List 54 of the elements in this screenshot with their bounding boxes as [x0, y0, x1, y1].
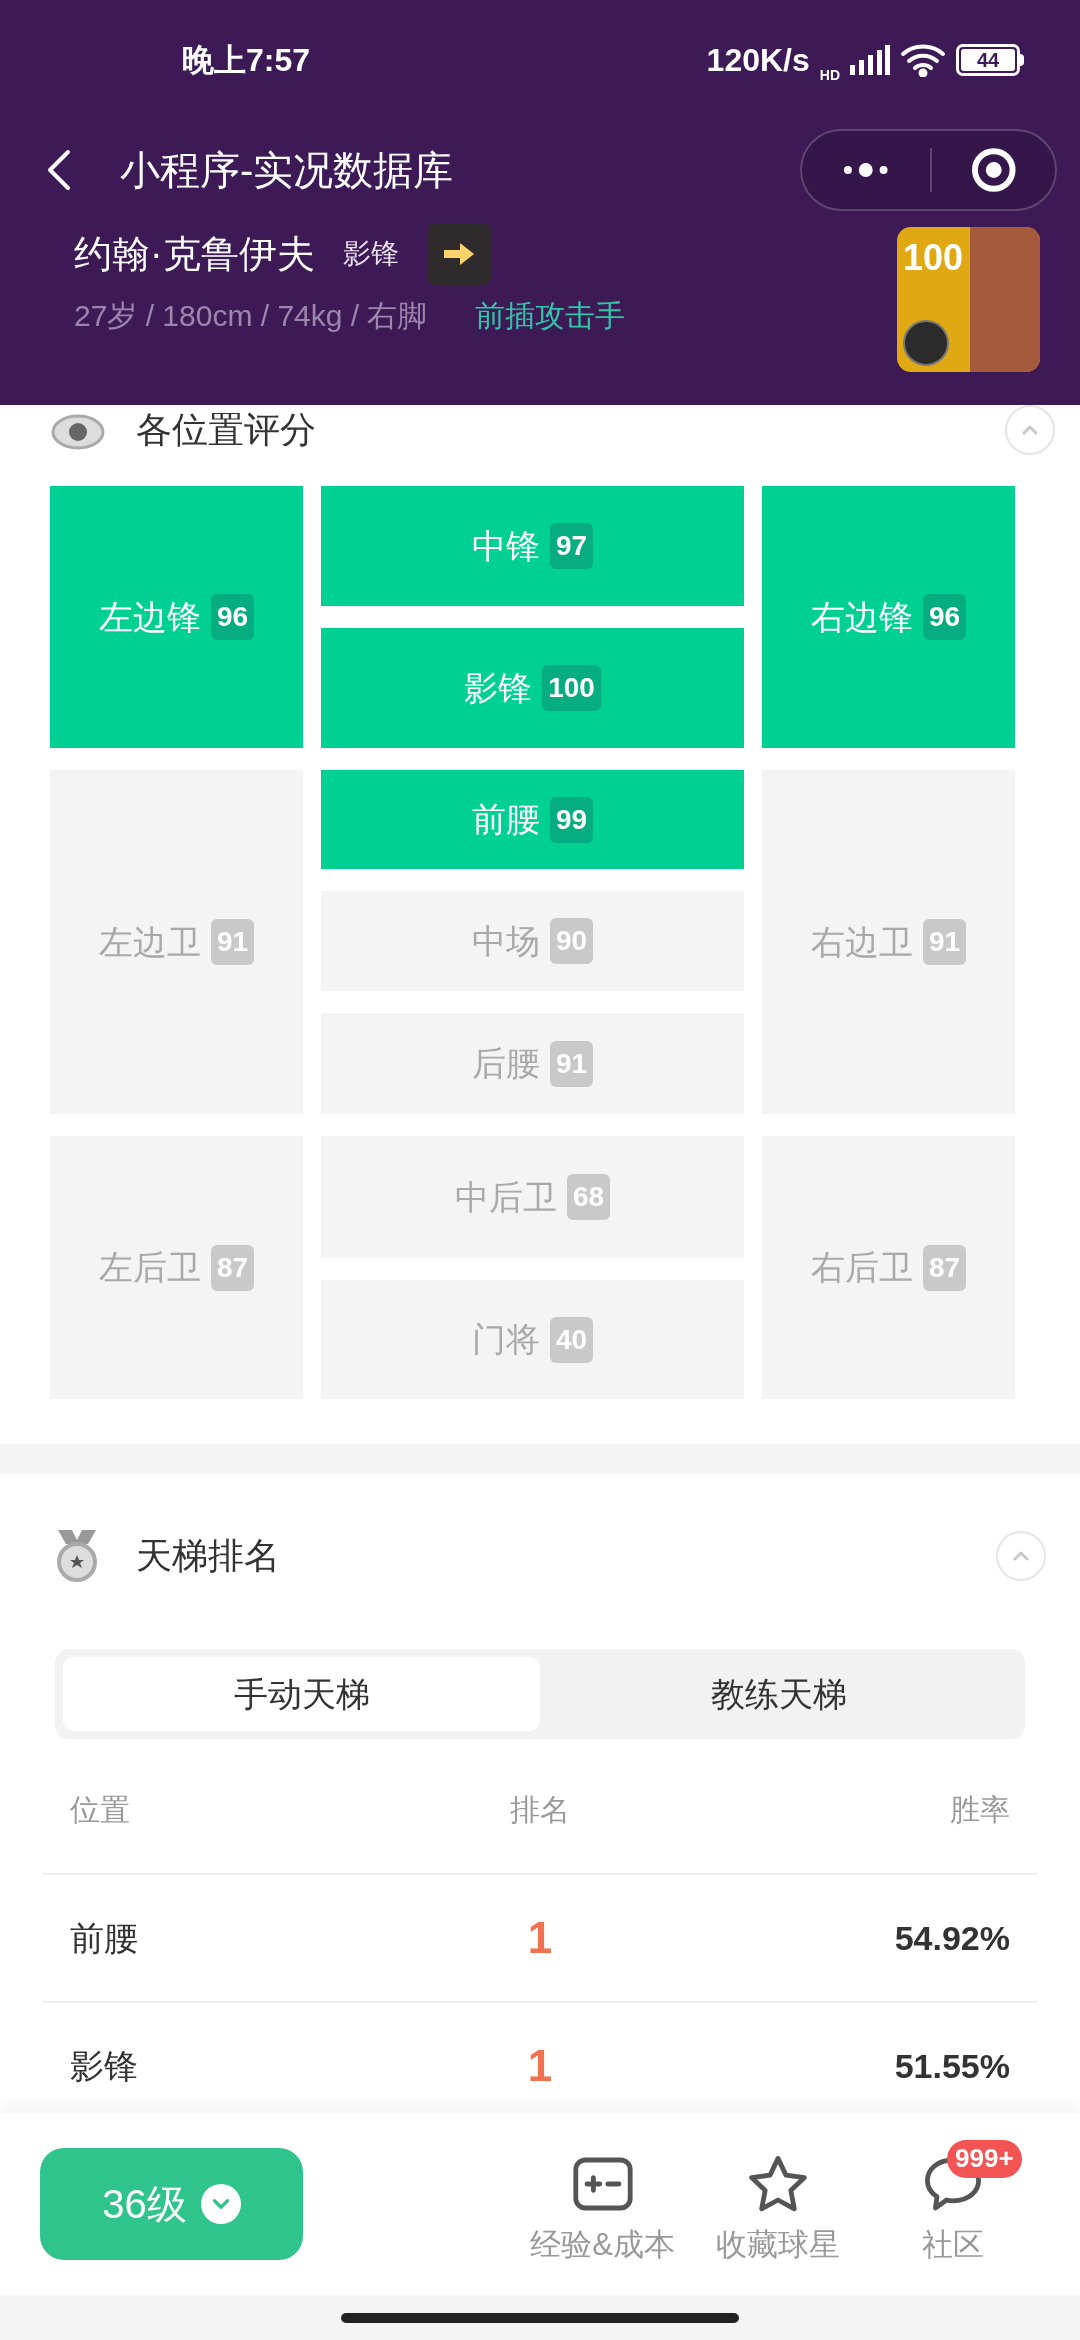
ladder-tab[interactable]: 手动天梯 — [63, 1657, 540, 1731]
level-button[interactable]: 36级 — [40, 2148, 303, 2260]
rank-cell-text: 1 — [526, 1912, 554, 1964]
arrow-button[interactable] — [426, 223, 491, 285]
table-cell-text: 影锋 — [70, 2045, 139, 2087]
play-style: 前插攻击手 — [475, 298, 626, 334]
position-label: 左边卫 — [98, 921, 201, 963]
table-cell-text: 前腰 — [70, 1917, 139, 1959]
toolbar-action[interactable]: 经验&成本 — [515, 2139, 690, 2269]
toolbar-action[interactable]: 收藏球星 — [690, 2139, 865, 2269]
page-title: 小程序-实况数据库 — [120, 147, 454, 194]
position-score: 96 — [922, 594, 967, 640]
status-time: 晚上7:57 — [182, 41, 311, 80]
position-label: 门将 — [471, 1319, 540, 1360]
column-header: 排名 — [509, 1791, 571, 1828]
column-header: 胜率 — [949, 1791, 1010, 1828]
card-rating: 100 — [903, 236, 964, 280]
rank-cell-text: 1 — [526, 2040, 554, 2092]
player-name: 约翰·克鲁伊夫 — [74, 231, 315, 277]
position-score: 97 — [549, 523, 594, 569]
win-rate-cell-text: 51.55% — [893, 2045, 1010, 2087]
network-speed: 120K/s — [706, 41, 810, 80]
more-icon[interactable] — [842, 162, 890, 178]
column-header: 位置 — [70, 1791, 131, 1828]
position-label: 前腰 — [471, 799, 540, 840]
signal-tag: HD — [819, 64, 840, 86]
medal-icon — [54, 1528, 100, 1584]
section-title: 各位置评分 — [136, 408, 316, 452]
position-label: 右边锋 — [810, 596, 913, 638]
position-score: 96 — [210, 594, 255, 640]
position-label: 中后卫 — [454, 1176, 557, 1218]
arrow-right-icon — [441, 241, 476, 267]
section-title: 天梯排名 — [136, 1534, 280, 1578]
player-position: 影锋 — [342, 237, 399, 271]
battery-level: 44 — [961, 49, 1015, 71]
position-score: 100 — [542, 665, 601, 711]
position-label: 中场 — [471, 920, 540, 962]
position-score: 99 — [549, 796, 594, 843]
close-target-icon[interactable] — [969, 146, 1017, 194]
win-rate-cell-text: 54.92% — [893, 1917, 1010, 1959]
position-label: 中锋 — [471, 525, 540, 567]
signal-icon — [850, 45, 890, 75]
position-label: 左后卫 — [98, 1247, 201, 1288]
notification-badge: 999+ — [947, 2139, 1022, 2178]
wifi-icon — [900, 43, 946, 77]
position-label: 右后卫 — [810, 1247, 913, 1288]
position-label: 右边卫 — [810, 921, 913, 963]
toolbar-action[interactable]: 社区 999+ — [865, 2139, 1040, 2269]
player-info: 27岁 / 180cm / 74kg / 右脚 — [74, 298, 428, 334]
position-label: 左边锋 — [98, 596, 201, 638]
ladder-tab[interactable]: 教练天梯 — [540, 1657, 1017, 1731]
position-label: 后腰 — [471, 1043, 540, 1084]
club-badge-icon — [903, 320, 949, 366]
position-label: 影锋 — [464, 667, 533, 709]
